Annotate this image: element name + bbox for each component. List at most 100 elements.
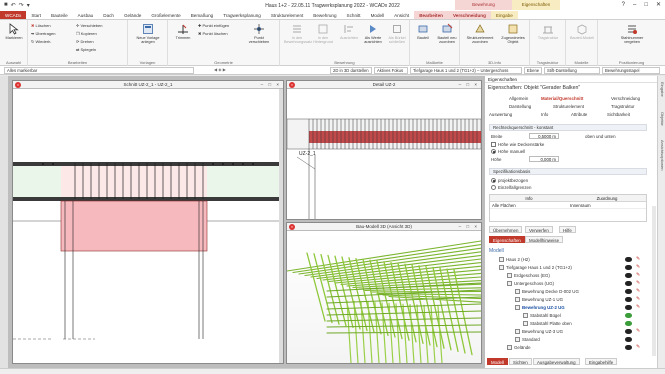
tab-modell[interactable]: Modell [366, 11, 390, 19]
tree-node[interactable]: Tiefgarage Haus 1 und 2 (TG1+2) [499, 264, 572, 271]
wiederholen-button[interactable]: ↻ Wiederh. [31, 39, 51, 44]
edit-pencil-icon[interactable]: ✎ [636, 265, 642, 270]
stift-darstellung-combo[interactable]: Stift-Darstellung [544, 67, 600, 74]
werte-ausrichten-button[interactable]: Als Werte ausrichten [360, 23, 386, 45]
stahlnummer-button[interactable]: Stahlnummer vergeben [616, 23, 648, 45]
view-nav-controls[interactable]: ◀ ◈ ▶ [200, 67, 240, 74]
bauwerk-combo[interactable]: Tiefgarage Haus 1 und 2 (TG1+2) – Unterg… [410, 67, 522, 74]
buegel-schliessen-button[interactable]: Als Bürkel schließen [384, 23, 410, 45]
tab-eingabehilfe[interactable]: Eingabehilfe [585, 358, 618, 365]
tab-eingabe[interactable]: Eingabe [490, 11, 518, 19]
tree-node[interactable]: Haus 2 (H2) [499, 256, 530, 263]
bauteil-neu-button[interactable]: Bauteil neu zuordnen [434, 23, 460, 45]
view-schnitt[interactable]: × Schnitt UZ-2_1 - UZ-2_1 – □ × [12, 80, 284, 364]
bewehrungssatz-button[interactable]: In den Bewehrungssatz [284, 23, 312, 45]
tab-sichten[interactable]: Sichten [509, 358, 532, 365]
section-querschnitt[interactable]: Rechteckquerschnitt - konstant [489, 124, 647, 131]
kopieren-button[interactable]: ❐ Kopieren [76, 31, 97, 36]
tab-ausgabeverwaltung[interactable]: Ausgabeverwaltung [533, 358, 580, 365]
tab-allgemein[interactable]: Allgemein [509, 96, 528, 101]
close-icon[interactable]: ✕ [656, 0, 661, 11]
tab-tragstruktur[interactable]: Tragstruktur [611, 104, 635, 109]
tab-bewehrung[interactable]: Bewehrung [308, 11, 341, 19]
side-tab-ansichtsoptionen[interactable]: Ansichtsoptionen [659, 140, 665, 170]
ausrichten-button[interactable]: Ausrichten [336, 23, 362, 40]
column-header-info[interactable]: Info [490, 195, 568, 201]
visibility-eye-icon[interactable] [625, 329, 632, 334]
column-header-zuordnung[interactable]: Zuordnung [568, 195, 646, 201]
tab-auswertung[interactable]: Auswertung [489, 112, 512, 117]
tab-bauteile[interactable]: Bauteile [46, 11, 73, 19]
neue-vorlage-button[interactable]: Neue Vorlage anlegen [134, 23, 162, 45]
redo-icon[interactable]: ↷ [19, 2, 24, 9]
table-row[interactable]: Alle Flächen Innenraum [490, 202, 646, 209]
hoehe-input[interactable]: 0,000 m [529, 156, 559, 162]
edit-pencil-icon[interactable]: ✎ [636, 305, 642, 310]
view-window-controls[interactable]: – □ × [459, 81, 479, 89]
tab-tragwerksplanung[interactable]: Tragwerksplanung [218, 11, 266, 19]
aktives-fokus-button[interactable]: Aktives Fokus [374, 67, 408, 74]
visibility-eye-icon[interactable] [625, 281, 632, 286]
bauteil-modell-button[interactable]: Bauteil-Modell [569, 23, 595, 40]
tree-node[interactable]: Stabstahl Bügel [523, 312, 561, 319]
panel-scrollbar[interactable] [652, 206, 656, 356]
tab-info[interactable]: Info [541, 112, 548, 117]
visibility-eye-icon[interactable] [625, 265, 632, 270]
tree-node-selected[interactable]: Bewehrung UZ-2 UG [515, 304, 565, 311]
view-window-controls[interactable]: – □ × [459, 223, 479, 231]
tab-modell[interactable]: Modell [487, 358, 508, 365]
edit-pencil-icon[interactable]: ✎ [636, 257, 642, 262]
tree-node[interactable]: Untergeschoss (UG) [507, 280, 554, 287]
visibility-eye-icon[interactable] [625, 273, 632, 278]
edit-pencil-icon[interactable]: ✎ [636, 329, 642, 334]
layer-combo[interactable]: Alles markierbar [4, 67, 194, 74]
projektbezogen-radio[interactable] [491, 178, 496, 183]
tree-node[interactable]: Bewehrung UZ-1 UG [515, 296, 563, 303]
punkt-einfuegen-button[interactable]: ✚ Punkt einfügen [198, 23, 229, 28]
model-3d-canvas[interactable] [287, 231, 481, 363]
uebertragen-button[interactable]: ➥ Übertragen [31, 31, 55, 36]
trimmen-button[interactable]: Trimmen [170, 23, 196, 40]
edit-pencil-icon[interactable]: ✎ [636, 297, 642, 302]
tab-bemassung[interactable]: Bemaßung [186, 11, 218, 19]
tab-strukturelement[interactable]: Strukturelement [553, 104, 584, 109]
tab-dach[interactable]: Dach [98, 11, 119, 19]
customize-icon[interactable]: ▾ [27, 2, 30, 9]
punkt-loeschen-button[interactable]: ✖ Punkt löschen [198, 31, 228, 36]
visibility-eye-icon[interactable] [625, 337, 632, 342]
tab-wcadx[interactable]: WCADx [0, 11, 27, 19]
zugeordnetes-objekt-button[interactable]: Zugeordnetes Objekt [498, 23, 528, 45]
tab-gelaende[interactable]: Gelände [119, 11, 146, 19]
view-3d[interactable]: × Bau-Modell 3D (Ansicht 3D) – □ × [286, 222, 482, 364]
markieren-button[interactable]: Markieren [1, 23, 27, 40]
tab-eigenschaften[interactable]: Eigenschaften [489, 236, 525, 243]
tree-node[interactable]: Standard [515, 336, 540, 343]
side-tab-objekte[interactable]: Objekte [659, 112, 665, 126]
minimize-icon[interactable]: – [633, 0, 636, 11]
cell-zuordnung[interactable]: Innenraum [568, 202, 646, 208]
strukturelement-zuordnen-button[interactable]: Strukturelement zuordnen [464, 23, 496, 45]
hintergrund-button[interactable]: In den Hintergrund [310, 23, 336, 45]
tab-material-querschnitt[interactable]: Material/Querschnitt [541, 96, 583, 101]
visibility-eye-icon[interactable] [625, 345, 632, 350]
verwerfen-button[interactable]: Verwerfen [525, 226, 553, 233]
tab-sichtbarkeit[interactable]: Sichtbarkeit [607, 112, 630, 117]
spiegeln-button[interactable]: ⇄ Spiegeln [76, 47, 96, 52]
hoehe-deckenstaerke-checkbox[interactable] [491, 142, 496, 147]
edit-pencil-icon[interactable]: ✎ [636, 281, 642, 286]
tree-node[interactable]: Stabstahl Platte oben [523, 320, 572, 327]
section-spezifikation[interactable]: Spezifikationsbasis [489, 168, 647, 175]
darstellen-3d-button[interactable]: 2D in 3D darstellen [330, 67, 372, 74]
maximize-icon[interactable]: □ [644, 0, 648, 11]
visibility-eye-icon[interactable] [625, 313, 632, 318]
ebene-combo[interactable]: Ebene [524, 67, 542, 74]
visibility-eye-icon[interactable] [625, 305, 632, 310]
tab-attribute[interactable]: Attribute [571, 112, 587, 117]
verschieben-button[interactable]: ✢ Verschieben [76, 23, 102, 28]
detail-drawing[interactable]: UZ-2_1 [287, 89, 481, 219]
help-icon[interactable]: ? [622, 0, 625, 11]
loeschen-button[interactable]: ✖ Löschen [31, 23, 51, 28]
view-window-controls[interactable]: – □ × [261, 81, 281, 89]
tab-grosselemente[interactable]: Großelemente [146, 11, 185, 19]
tree-node[interactable]: Erdgeschoss (EG) [507, 272, 550, 279]
